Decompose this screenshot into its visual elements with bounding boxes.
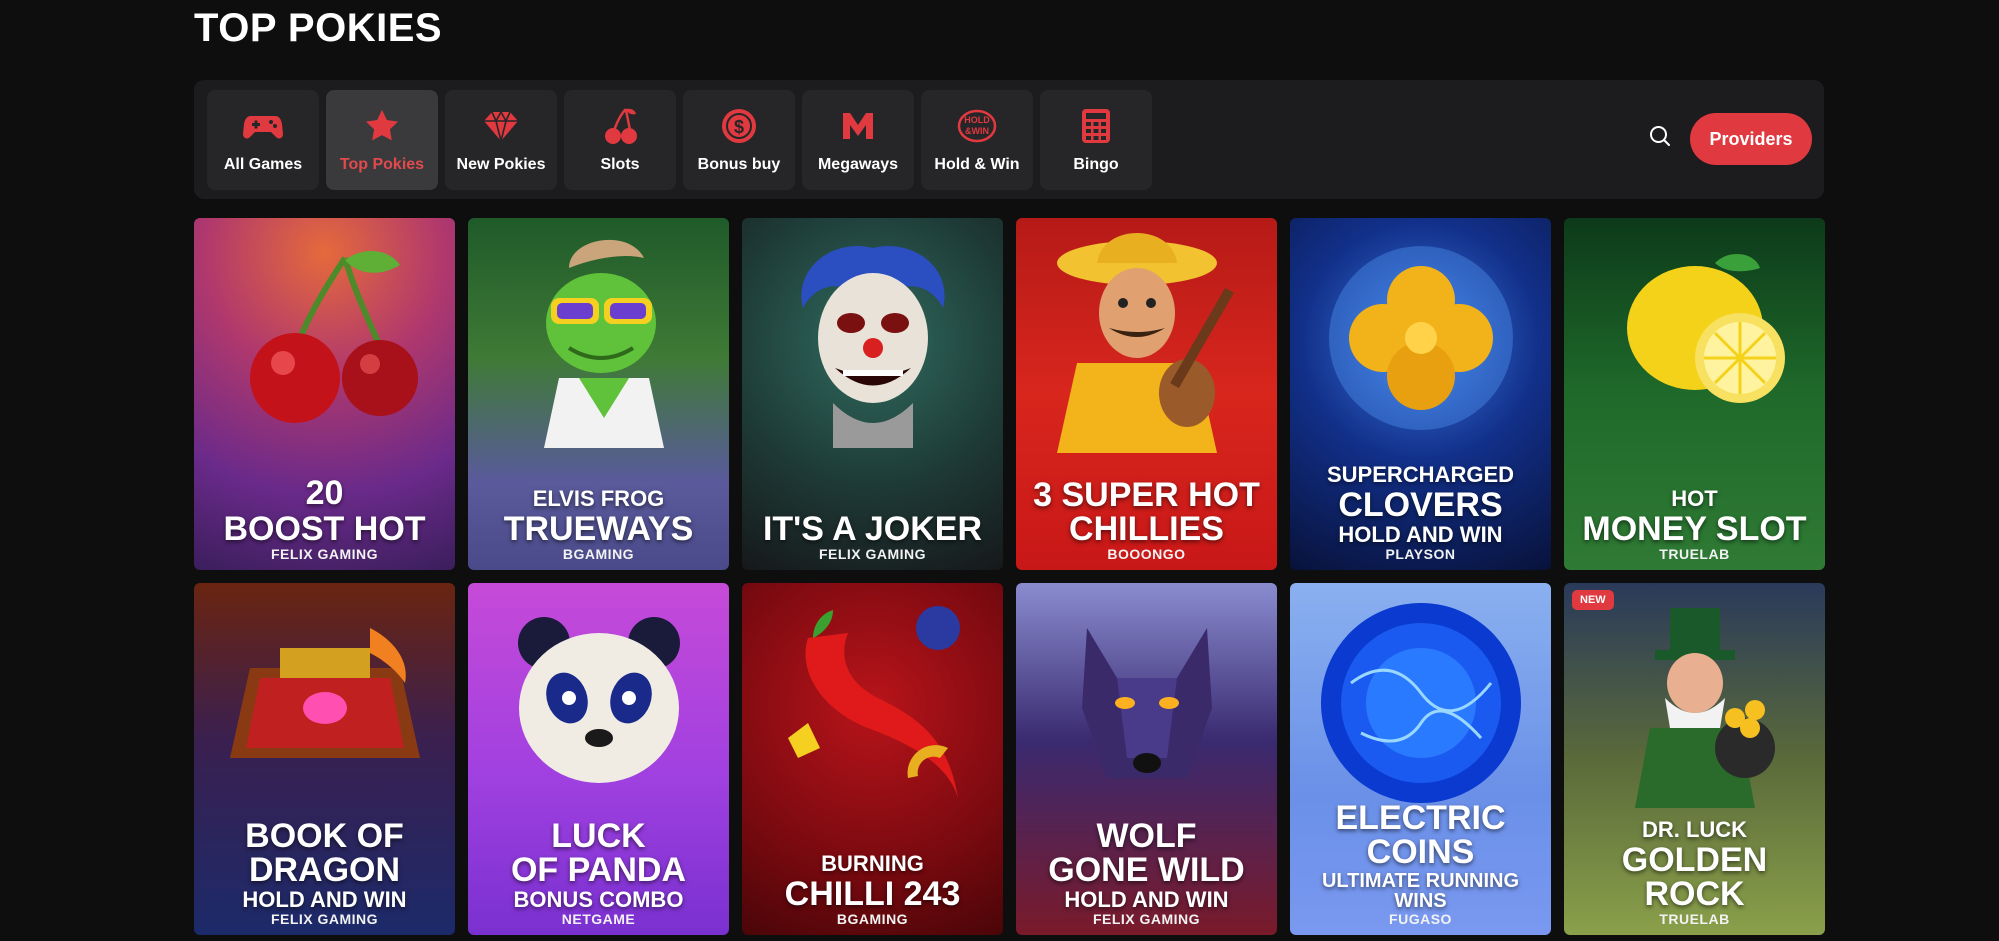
tab-hold-and-win[interactable]: HOLD &WIN Hold & Win bbox=[921, 90, 1033, 190]
cherries-art bbox=[249, 250, 418, 423]
dragon-book-art bbox=[229, 627, 420, 758]
game-title: BOOK OF DRAGON HOLD AND WIN bbox=[242, 817, 407, 912]
tab-bingo[interactable]: Bingo bbox=[1040, 90, 1152, 190]
game-provider: PLAYSON bbox=[1385, 546, 1456, 562]
leprechaun-art bbox=[1634, 607, 1775, 808]
diamond-icon bbox=[481, 106, 521, 146]
game-title: SUPERCHARGED CLOVERS HOLD AND WIN bbox=[1326, 462, 1515, 547]
game-title: HOT MONEY SLOT bbox=[1582, 486, 1807, 548]
hold-and-win-icon: HOLD &WIN bbox=[957, 106, 997, 146]
tab-new-pokies[interactable]: New Pokies bbox=[445, 90, 557, 190]
category-toolbar: All Games Top Pokies New Pokies Slots $ … bbox=[194, 80, 1824, 199]
game-provider: FELIX GAMING bbox=[1092, 911, 1201, 927]
game-provider: BGAMING bbox=[836, 911, 909, 927]
game-provider: FELIX GAMING bbox=[818, 546, 927, 562]
game-card[interactable]: WOLF GONE WILD HOLD AND WIN FELIX GAMING bbox=[1016, 583, 1277, 935]
svg-text:&WIN: &WIN bbox=[965, 126, 989, 136]
game-card[interactable]: ELECTRIC COINS ULTIMATE RUNNING WINS FUG… bbox=[1290, 583, 1551, 935]
game-card[interactable]: 3 SUPER HOT CHILLIES BOOONGO bbox=[1016, 218, 1277, 570]
tab-top-pokies[interactable]: Top Pokies bbox=[326, 90, 438, 190]
game-card[interactable]: ELVIS FROG TRUEWAYS BGAMING bbox=[468, 218, 729, 570]
game-card[interactable]: NEW DR. LUCK GOLDEN ROCK TRUELAB bbox=[1564, 583, 1825, 935]
game-card[interactable]: SUPERCHARGED CLOVERS HOLD AND WIN PLAYSO… bbox=[1290, 218, 1551, 570]
tab-label: Slots bbox=[600, 156, 640, 173]
svg-text:$: $ bbox=[734, 117, 744, 137]
tab-label: New Pokies bbox=[456, 156, 546, 173]
chilli-art bbox=[787, 605, 960, 798]
tab-slots[interactable]: Slots bbox=[564, 90, 676, 190]
game-provider: FELIX GAMING bbox=[270, 546, 379, 562]
game-provider: TRUELAB bbox=[1659, 546, 1730, 562]
game-title: IT'S A JOKER bbox=[762, 510, 983, 548]
tab-label: Hold & Win bbox=[934, 156, 1020, 173]
category-tabs: All Games Top Pokies New Pokies Slots $ … bbox=[207, 90, 1152, 190]
providers-button[interactable]: Providers bbox=[1690, 113, 1812, 165]
tab-bonus-buy[interactable]: $ Bonus buy bbox=[683, 90, 795, 190]
electric-orb-art bbox=[1320, 602, 1521, 803]
game-title: ELECTRIC COINS ULTIMATE RUNNING WINS bbox=[1321, 799, 1519, 912]
game-provider: BGAMING bbox=[562, 546, 635, 562]
search-button[interactable] bbox=[1642, 120, 1678, 156]
game-title: 20 BOOST HOT bbox=[223, 474, 426, 548]
game-provider: TRUELAB bbox=[1659, 911, 1730, 927]
game-card[interactable]: BURNING CHILLI 243 BGAMING bbox=[742, 583, 1003, 935]
game-title: BURNING CHILLI 243 bbox=[784, 851, 961, 913]
clover-art bbox=[1328, 245, 1513, 430]
game-card[interactable]: IT'S A JOKER FELIX GAMING bbox=[742, 218, 1003, 570]
panda-art bbox=[517, 616, 680, 783]
game-title: LUCK OF PANDA BONUS COMBO bbox=[510, 817, 687, 912]
tab-label: Top Pokies bbox=[339, 156, 425, 173]
coin-icon: $ bbox=[719, 106, 759, 146]
mariachi-art bbox=[1056, 232, 1234, 453]
game-card[interactable]: LUCK OF PANDA BONUS COMBO NETGAME bbox=[468, 583, 729, 935]
tab-label: All Games bbox=[223, 156, 303, 173]
tab-megaways[interactable]: Megaways bbox=[802, 90, 914, 190]
tab-label: Bingo bbox=[1073, 156, 1119, 173]
game-provider: NETGAME bbox=[561, 911, 636, 927]
game-title: WOLF GONE WILD HOLD AND WIN bbox=[1048, 817, 1245, 912]
search-icon bbox=[1648, 124, 1672, 153]
star-icon bbox=[362, 106, 402, 146]
tab-label: Megaways bbox=[817, 156, 899, 173]
joker-art bbox=[800, 245, 945, 448]
game-provider: FELIX GAMING bbox=[270, 911, 379, 927]
game-provider: FUGASO bbox=[1389, 911, 1452, 927]
game-card[interactable]: 20 BOOST HOT FELIX GAMING bbox=[194, 218, 455, 570]
game-title: ELVIS FROG TRUEWAYS bbox=[503, 486, 694, 548]
games-grid: 20 BOOST HOT FELIX GAMING ELVIS FROG TRU… bbox=[194, 218, 1825, 935]
svg-text:HOLD: HOLD bbox=[964, 115, 990, 125]
game-card[interactable]: HOT MONEY SLOT TRUELAB bbox=[1564, 218, 1825, 570]
cherry-icon bbox=[600, 106, 640, 146]
tab-label: Bonus buy bbox=[697, 156, 781, 173]
megaways-icon bbox=[838, 106, 878, 146]
wolf-art bbox=[1081, 627, 1212, 778]
game-card[interactable]: BOOK OF DRAGON HOLD AND WIN FELIX GAMING bbox=[194, 583, 455, 935]
tab-all-games[interactable]: All Games bbox=[207, 90, 319, 190]
gamepad-icon bbox=[243, 106, 283, 146]
frog-art bbox=[543, 239, 664, 448]
game-provider: BOOONGO bbox=[1107, 546, 1186, 562]
lemon-art bbox=[1626, 253, 1785, 403]
game-title: DR. LUCK GOLDEN ROCK bbox=[1621, 817, 1768, 913]
page-title: TOP POKIES bbox=[194, 6, 443, 50]
bingo-icon bbox=[1076, 106, 1116, 146]
game-title: 3 SUPER HOT CHILLIES bbox=[1033, 476, 1260, 548]
